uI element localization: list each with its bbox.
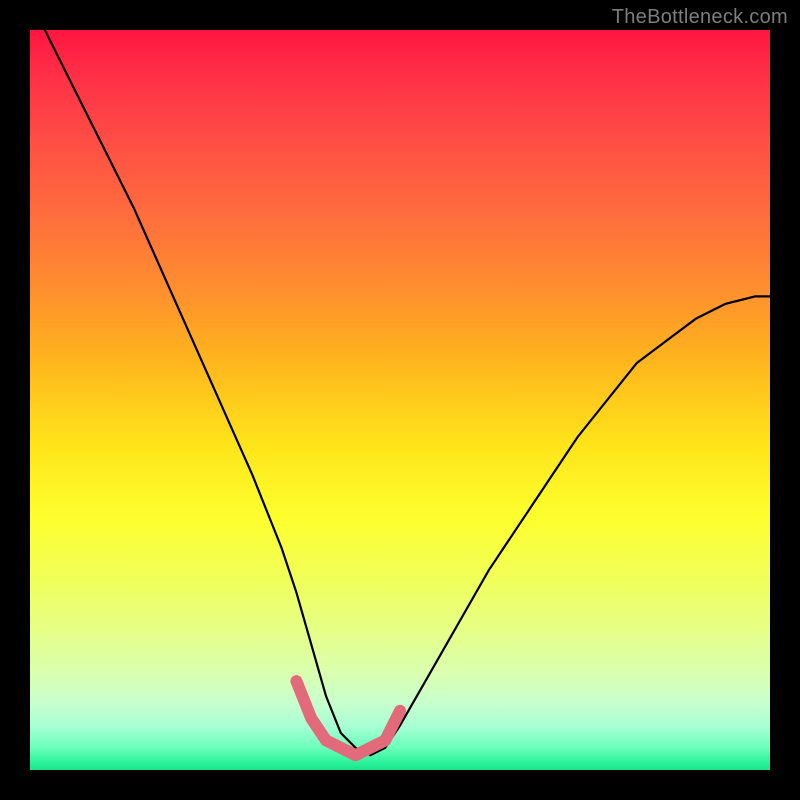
chart-svg	[30, 30, 770, 770]
bottleneck-curve	[45, 30, 770, 755]
plot-area	[30, 30, 770, 770]
watermark-text: TheBottleneck.com	[612, 6, 788, 29]
chart-frame: TheBottleneck.com	[0, 0, 800, 800]
flat-bottom-highlight	[296, 681, 400, 755]
